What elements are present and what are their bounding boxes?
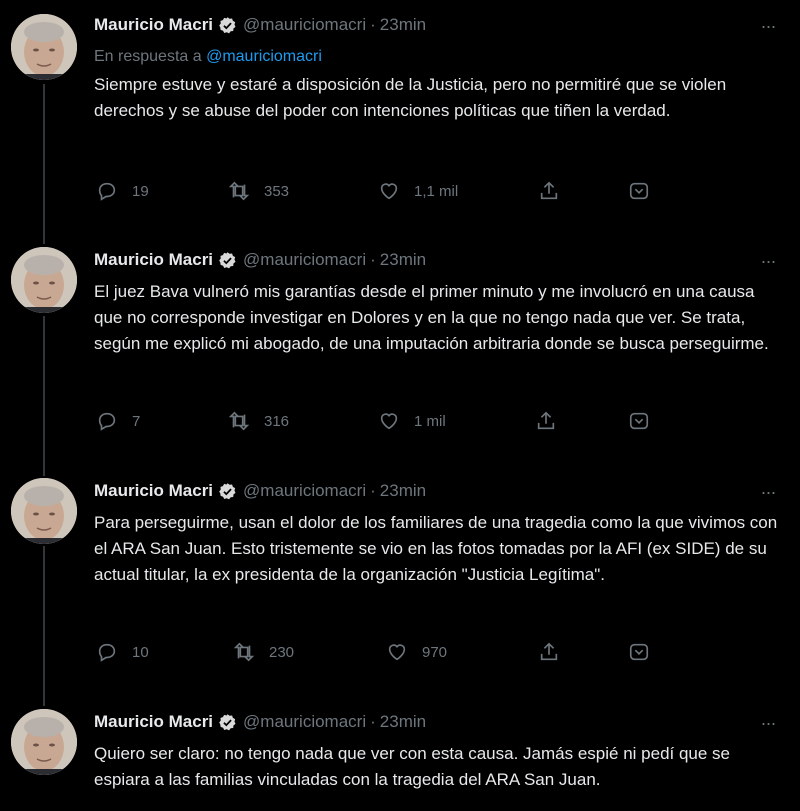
avatar[interactable] [11,14,77,80]
retweet-icon [228,181,250,201]
retweet-icon [228,411,250,431]
tweet-time[interactable]: 23min [380,481,426,501]
author-name[interactable]: Mauricio Macri [94,712,213,732]
retweet-icon [233,642,255,662]
more-icon[interactable]: ··· [755,483,781,505]
avatar[interactable] [11,247,77,313]
tweet-time[interactable]: 23min [380,250,426,270]
reply-icon [98,412,116,431]
author-handle[interactable]: @mauriciomacri [243,250,366,270]
like-icon [388,644,406,661]
share-icon [540,181,558,200]
reply-button[interactable]: 7 [96,410,140,432]
tweet[interactable]: Mauricio Macri @mauriciomacri · 23min ··… [0,231,800,461]
avatar[interactable] [11,478,77,544]
tweet-header: Mauricio Macri @mauriciomacri · 23min [94,250,426,270]
author-name[interactable]: Mauricio Macri [94,250,213,270]
like-button[interactable]: 1,1 mil [378,180,458,202]
verified-badge-icon [218,16,237,35]
tweet-text: Siempre estuve y estaré a disposición de… [94,75,727,120]
author-name[interactable]: Mauricio Macri [94,15,213,35]
separator-dot: · [370,481,376,500]
retweet-button[interactable]: 316 [228,410,289,432]
retweet-count: 316 [264,412,290,430]
tweet-time[interactable]: 23min [380,712,426,732]
tweet[interactable]: Mauricio Macri @mauriciomacri · 23min ··… [0,462,800,692]
reply-icon [98,643,116,662]
tweet[interactable]: Mauricio Macri @mauriciomacri · 23min ··… [0,0,800,230]
more-icon[interactable]: ··· [755,714,781,736]
reply-count: 19 [132,182,149,200]
author-handle[interactable]: @mauriciomacri [243,481,366,501]
author-handle[interactable]: @mauriciomacri [243,15,366,35]
like-icon [380,413,398,430]
reply-icon [98,182,116,201]
like-button[interactable]: 1 mil [378,410,446,432]
share-icon [537,411,555,430]
bookmark-icon [629,412,649,430]
tweet-text: El juez Bava vulneró mis garantías desde… [94,282,769,353]
retweet-button[interactable]: 353 [228,180,289,202]
bookmark-icon [629,182,649,200]
like-icon [380,183,398,200]
separator-dot: · [370,250,376,269]
tweet-actions: 10 230 970 [0,641,800,671]
reply-button[interactable]: 10 [96,641,149,663]
avatar[interactable] [11,709,77,775]
author-name[interactable]: Mauricio Macri [94,481,213,501]
tweet-text: Quiero ser claro: no tengo nada que ver … [94,744,731,789]
bookmark-button[interactable] [628,410,650,432]
more-icon[interactable]: ··· [755,17,781,39]
reply-context: En respuesta a @mauriciomacri [94,48,322,66]
verified-badge-icon [218,251,237,270]
bookmark-button[interactable] [628,180,650,202]
separator-dot: · [370,15,376,34]
share-icon [540,642,558,661]
reply-count: 10 [132,643,149,661]
tweet[interactable]: Mauricio Macri @mauriciomacri · 23min ··… [0,693,800,811]
like-count: 970 [422,643,448,661]
tweet-header: Mauricio Macri @mauriciomacri · 23min [94,481,426,501]
like-count: 1 mil [414,412,446,430]
like-count: 1,1 mil [414,182,459,200]
retweet-count: 353 [264,182,290,200]
verified-badge-icon [218,713,237,732]
retweet-button[interactable]: 230 [233,641,294,663]
more-icon[interactable]: ··· [755,252,781,274]
reply-mention-link[interactable]: @mauriciomacri [206,48,322,65]
tweet-time[interactable]: 23min [380,15,426,35]
reply-button[interactable]: 19 [96,180,149,202]
tweet-header: Mauricio Macri @mauriciomacri · 23min [94,15,426,35]
separator-dot: · [370,712,376,731]
share-button[interactable] [538,180,560,202]
bookmark-icon [629,643,649,661]
author-handle[interactable]: @mauriciomacri [243,712,366,732]
share-button[interactable] [538,641,560,663]
tweet-actions: 19 353 1,1 mil [0,180,800,210]
verified-badge-icon [218,482,237,501]
reply-prefix: En respuesta a [94,48,202,65]
tweet-actions: 7 316 1 mil [0,410,800,440]
share-button[interactable] [535,410,557,432]
retweet-count: 230 [269,643,295,661]
like-button[interactable]: 970 [386,641,447,663]
tweet-text: Para perseguirme, usan el dolor de los f… [94,513,778,584]
reply-count: 7 [132,412,141,430]
tweet-header: Mauricio Macri @mauriciomacri · 23min [94,712,426,732]
bookmark-button[interactable] [628,641,650,663]
